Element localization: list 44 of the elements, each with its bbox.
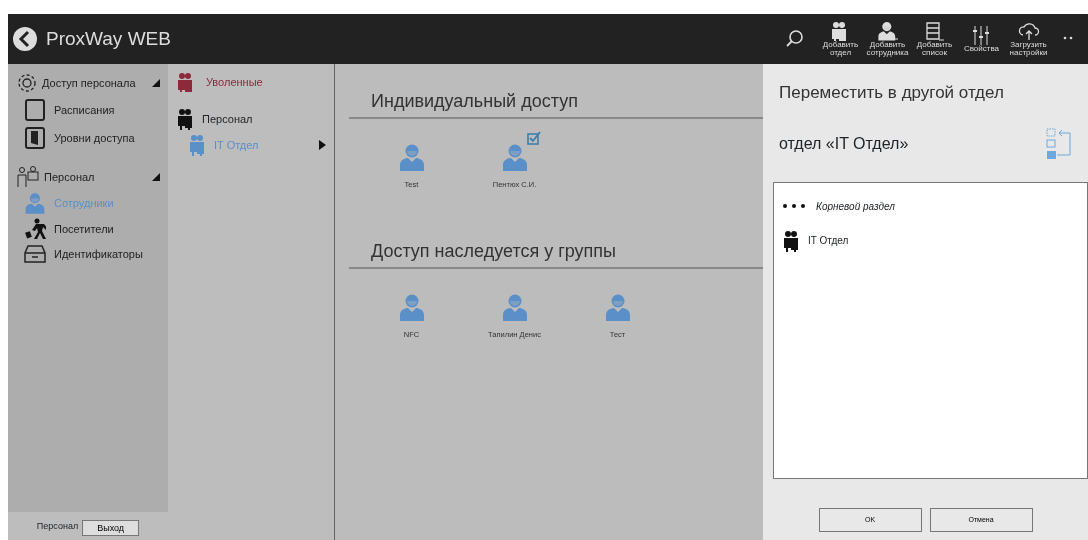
user-label: Персонал xyxy=(36,520,79,533)
move-icon xyxy=(1046,127,1072,160)
group-icon xyxy=(176,108,194,130)
sidebar-item[interactable]: Посетители xyxy=(54,220,114,238)
people-icon xyxy=(16,166,40,188)
person-icon[interactable] xyxy=(603,293,632,322)
group-label[interactable]: Персонал xyxy=(44,168,148,186)
checked-box-icon[interactable] xyxy=(527,131,541,145)
sidebar-item[interactable]: Расписания xyxy=(54,101,115,119)
dialog-title: Переместить в другой отдел xyxy=(778,82,1005,104)
person-icon xyxy=(24,192,46,214)
back-icon[interactable] xyxy=(12,26,38,52)
group-icon xyxy=(188,134,206,156)
list-item[interactable]: IT Отдел xyxy=(808,233,849,248)
group-icon xyxy=(782,229,800,252)
cloud-upload-icon xyxy=(1017,21,1040,41)
dots-icon xyxy=(782,203,808,209)
sidebar-item[interactable]: Идентификаторы xyxy=(54,245,143,263)
right-arrow-icon xyxy=(319,140,326,150)
dismissed-link[interactable]: Уволенные xyxy=(206,73,263,91)
person-icon[interactable] xyxy=(500,293,529,322)
tray-icon xyxy=(24,244,46,264)
section-heading: Индивидуальный доступ xyxy=(349,88,763,119)
logout-button[interactable]: Выход xyxy=(82,520,140,536)
toolbar-button[interactable]: Свойства xyxy=(958,25,1005,53)
list-icon xyxy=(923,21,946,41)
list-item[interactable]: Корневой раздел xyxy=(816,198,895,214)
department-label: отдел «IT Отдел» xyxy=(779,133,909,154)
tree-item[interactable]: Персонал xyxy=(202,110,326,128)
toolbar-button[interactable]: Добавить список xyxy=(911,21,958,57)
gear-icon xyxy=(16,72,38,94)
person-icon[interactable] xyxy=(397,293,426,322)
sidebar-item[interactable]: Уровни доступа xyxy=(54,129,135,147)
person-icon[interactable] xyxy=(397,143,426,171)
toolbar-button[interactable]: Добавить сотрудника xyxy=(864,21,911,57)
walker-icon xyxy=(24,218,46,240)
toolbar-button[interactable]: Загрузить настройки xyxy=(1005,21,1052,57)
toolbar-button[interactable]: Добавить отдел xyxy=(817,21,864,57)
door-icon xyxy=(24,126,46,150)
app-title: ProxWay WEB xyxy=(46,26,171,51)
section-heading: Доступ наследуется у группы xyxy=(349,238,763,270)
group-label[interactable]: Доступ персонала xyxy=(42,74,148,92)
person-icon xyxy=(876,21,899,41)
person-icon[interactable] xyxy=(500,143,529,171)
